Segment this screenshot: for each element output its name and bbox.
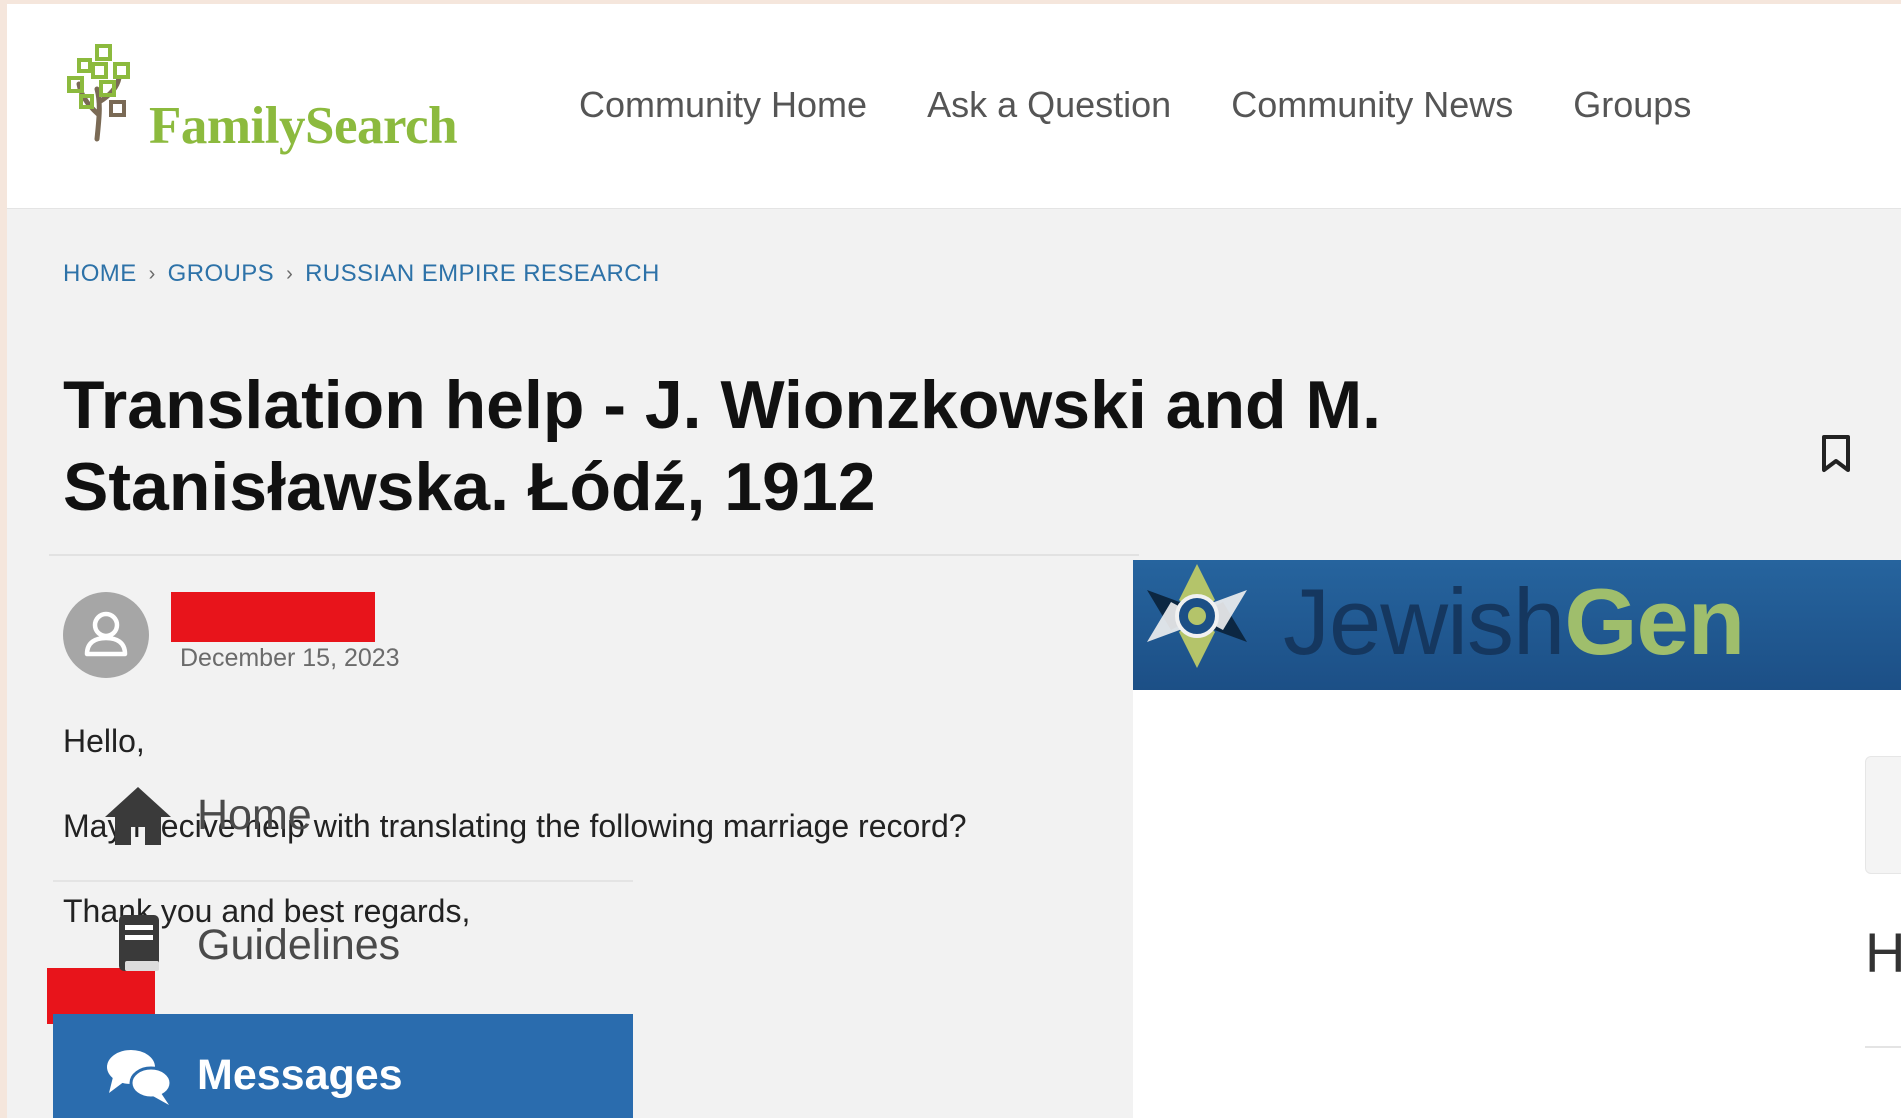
page-frame: FamilySearch Community Home Ask a Questi…	[7, 4, 1901, 1118]
chat-icon	[107, 1050, 173, 1105]
nav-community-news[interactable]: Community News	[1231, 84, 1513, 126]
jewishgen-menu-guidelines[interactable]: Guidelines	[53, 884, 633, 1006]
title-line-2: Stanisławska. Łódź, 1912	[63, 449, 876, 525]
jewishgen-menu-label: Messages	[197, 1050, 403, 1099]
breadcrumb-russian-empire[interactable]: RUSSIAN EMPIRE RESEARCH	[305, 260, 660, 288]
nav-ask-question[interactable]: Ask a Question	[927, 84, 1171, 126]
familysearch-logo[interactable]: FamilySearch	[67, 44, 507, 164]
jewishgen-menu-messages[interactable]: Messages	[53, 1014, 633, 1118]
redacted-author-name	[171, 592, 375, 642]
book-icon	[119, 915, 159, 971]
jewishgen-emblem-icon	[1147, 564, 1247, 668]
main-nav: Community Home Ask a Question Community …	[579, 84, 1751, 126]
jewishgen-menu-label: Home	[197, 790, 312, 839]
jewishgen-logo-jewish: Jewish	[1283, 569, 1565, 674]
jewishgen-menu-home[interactable]: Home	[53, 754, 633, 876]
title-line-1: Translation help - J. Wionzkowski and M.	[63, 367, 1381, 443]
post-date: December 15, 2023	[180, 644, 400, 672]
jewishgen-right-panel-box	[1865, 756, 1901, 874]
menu-divider	[53, 880, 633, 882]
user-avatar-icon	[84, 611, 128, 657]
bookmark-icon[interactable]	[1819, 434, 1853, 474]
breadcrumb-separator-icon: ›	[148, 262, 156, 285]
home-icon	[105, 787, 171, 845]
jewishgen-logo[interactable]: JewishGen	[1283, 568, 1745, 676]
jewishgen-right-heading: H	[1865, 921, 1901, 984]
site-header: FamilySearch Community Home Ask a Questi…	[7, 4, 1901, 209]
breadcrumb: HOME › GROUPS › RUSSIAN EMPIRE RESEARCH	[63, 260, 660, 288]
jewishgen-logo-gen: Gen	[1564, 569, 1745, 674]
nav-community-home[interactable]: Community Home	[579, 84, 867, 126]
breadcrumb-separator-icon: ›	[286, 262, 294, 285]
tree-logo-icon	[67, 44, 130, 142]
breadcrumb-home[interactable]: HOME	[63, 260, 137, 288]
jewishgen-screenshot-inset: JewishGen	[1133, 560, 1901, 1118]
logo-wordmark: FamilySearch	[149, 97, 458, 155]
nav-groups[interactable]: Groups	[1573, 84, 1691, 126]
title-divider	[49, 554, 1139, 556]
jewishgen-menu-label: Guidelines	[197, 920, 401, 969]
page-title: Translation help - J. Wionzkowski and M.…	[63, 364, 1543, 528]
breadcrumb-groups[interactable]: GROUPS	[168, 260, 274, 288]
avatar[interactable]	[63, 592, 149, 678]
jewishgen-right-divider	[1865, 1046, 1901, 1048]
jewishgen-banner: JewishGen	[1133, 560, 1901, 690]
